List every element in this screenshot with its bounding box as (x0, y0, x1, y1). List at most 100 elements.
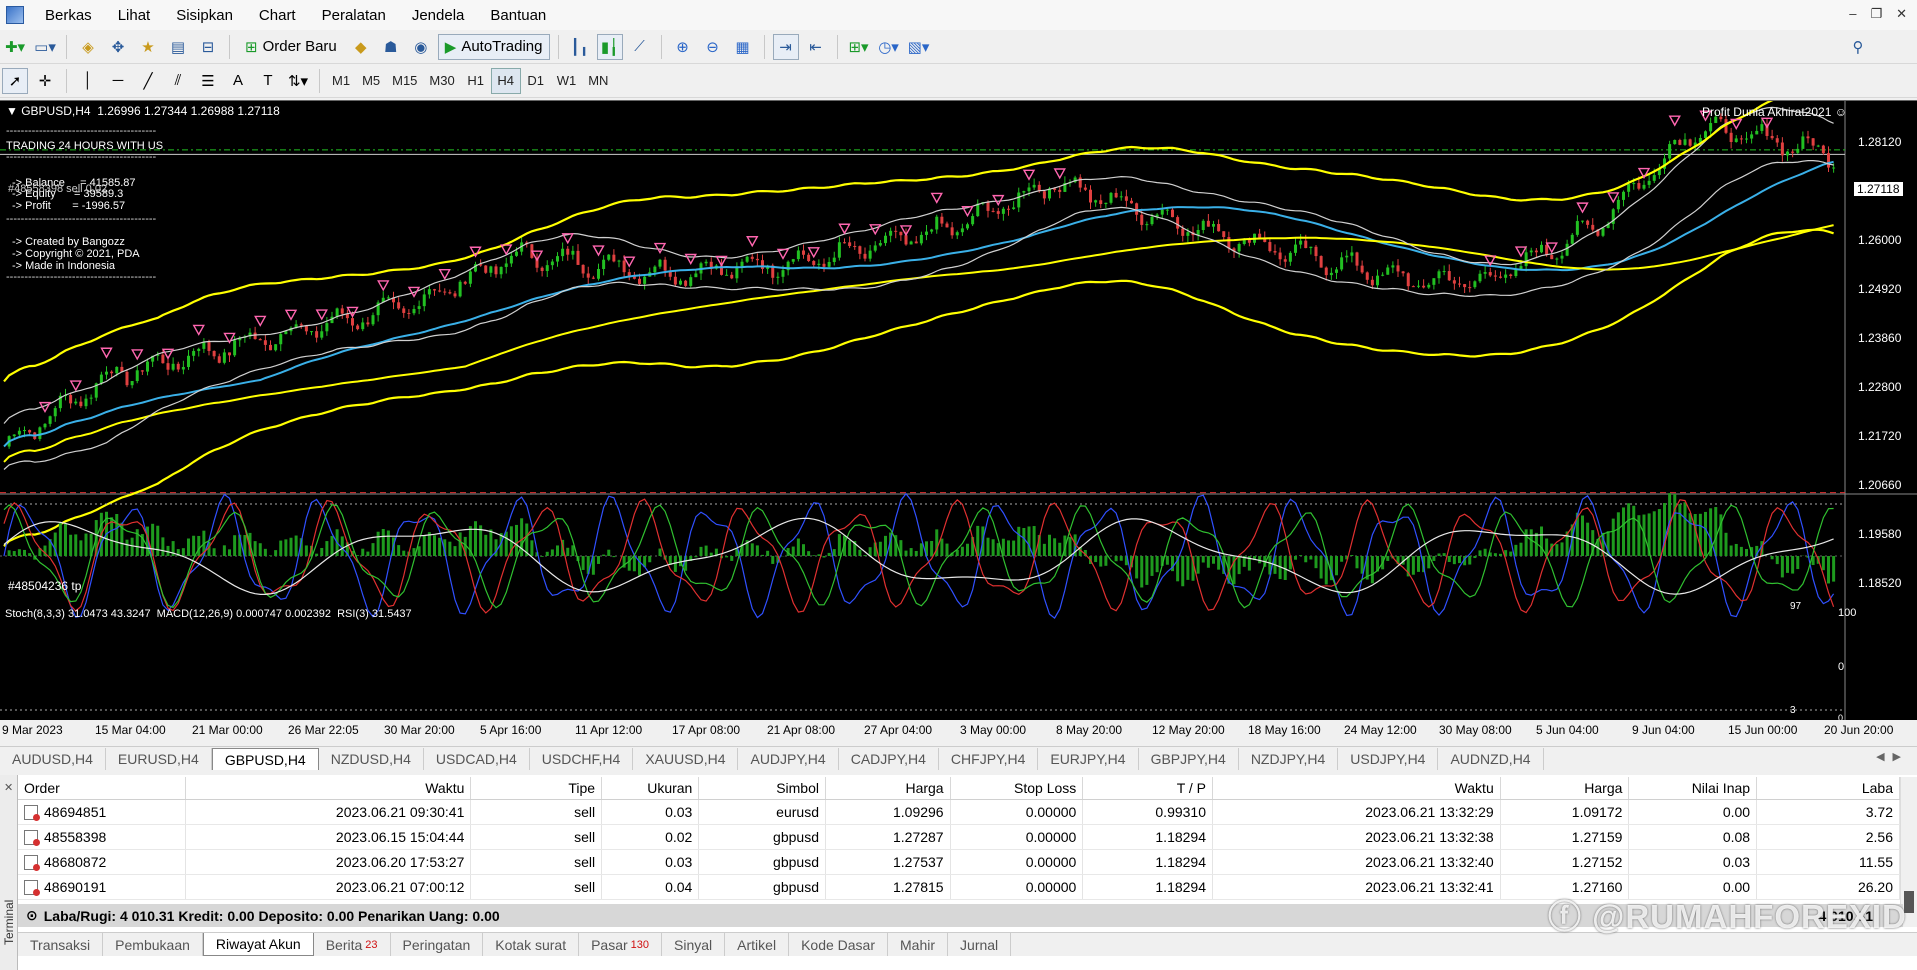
terminal-icon[interactable]: ▤ (165, 34, 191, 60)
terminal-tab[interactable]: Mahir (888, 933, 949, 956)
symbol-tab[interactable]: XAUUSD,H4 (633, 748, 739, 770)
indicators-icon[interactable]: ⊞▾ (846, 34, 872, 60)
menu-chart[interactable]: Chart (246, 7, 309, 24)
column-header[interactable]: Laba (1756, 777, 1900, 800)
timeframe-m30[interactable]: M30 (423, 68, 460, 94)
column-header[interactable]: Ukuran (601, 777, 700, 800)
chart-canvas[interactable] (0, 101, 1917, 720)
vertical-line-icon[interactable]: │ (75, 68, 101, 94)
timeframe-m5[interactable]: M5 (356, 68, 386, 94)
terminal-tab[interactable]: Pembukaan (103, 933, 203, 956)
symbol-tab[interactable]: USDCHF,H4 (530, 748, 634, 770)
menu-sisipkan[interactable]: Sisipkan (163, 7, 246, 24)
symbol-tab[interactable]: NZDJPY,H4 (1239, 748, 1339, 770)
column-header[interactable]: Nilai Inap (1628, 777, 1758, 800)
terminal-tab[interactable]: Sinyal (662, 933, 726, 956)
minimize-icon[interactable]: ‒ (1849, 6, 1856, 22)
profiles-icon[interactable]: ▭▾ (32, 34, 58, 60)
text-icon[interactable]: A (225, 68, 251, 94)
timeframe-h4[interactable]: H4 (490, 67, 521, 94)
fibonacci-icon[interactable]: ☰ (195, 68, 221, 94)
zoom-out-icon[interactable]: ⊖ (700, 34, 726, 60)
column-header[interactable]: Waktu (1212, 777, 1501, 800)
line-chart-icon[interactable]: ⟋ (627, 34, 653, 60)
search-icon[interactable]: ⚲ (1845, 34, 1871, 60)
auto-scroll-icon[interactable]: ⇥ (772, 33, 799, 60)
arrows-icon[interactable]: ⇅▾ (285, 68, 311, 94)
symbol-tab[interactable]: AUDUSD,H4 (0, 748, 106, 770)
signals-icon[interactable]: ☗ (378, 34, 404, 60)
symbol-tab[interactable]: USDJPY,H4 (1338, 748, 1439, 770)
close-icon[interactable]: ✕ (1896, 6, 1907, 22)
symbol-tab[interactable]: CHFJPY,H4 (939, 748, 1039, 770)
terminal-tab[interactable]: Jurnal (948, 933, 1012, 956)
column-header[interactable]: Waktu (185, 777, 472, 800)
navigator-icon[interactable]: ★ (135, 34, 161, 60)
column-header[interactable]: Harga (825, 777, 951, 800)
symbol-tab[interactable]: AUDNZD,H4 (1438, 748, 1544, 770)
symbol-tab[interactable]: NZDUSD,H4 (319, 748, 424, 770)
metaeditor-icon[interactable]: ◆ (348, 34, 374, 60)
restore-icon[interactable]: ❐ (1870, 6, 1882, 22)
timeframe-m1[interactable]: M1 (326, 68, 356, 94)
terminal-tab[interactable]: Artikel (725, 933, 790, 956)
column-header[interactable]: Simbol (698, 777, 826, 800)
periods-icon[interactable]: ◷▾ (876, 34, 902, 60)
market-watch-icon[interactable]: ◈ (75, 34, 101, 60)
chart-shift-icon[interactable]: ⇤ (803, 34, 829, 60)
terminal-tab[interactable]: Peringatan (391, 933, 484, 956)
symbol-tab[interactable]: USDCAD,H4 (424, 748, 530, 770)
terminal-tab[interactable]: Pasar 130 (579, 933, 663, 956)
terminal-tab[interactable]: Kode Dasar (789, 933, 889, 956)
new-order-button[interactable]: ⊞ Order Baru (238, 34, 344, 60)
crosshair-icon[interactable]: ✛ (32, 68, 58, 94)
column-header[interactable]: Tipe (470, 777, 603, 800)
table-row[interactable]: 48680872 2023.06.20 17:53:27 sell 0.03 gbpus… (18, 849, 1900, 875)
menu-jendela[interactable]: Jendela (399, 7, 478, 24)
strategy-tester-icon[interactable]: ⊟ (195, 34, 221, 60)
candlestick-icon[interactable]: ▮╽ (596, 33, 623, 60)
menu-bantuan[interactable]: Bantuan (477, 7, 559, 24)
price-chart[interactable]: ▼ GBPUSD,H4 1.26996 1.27344 1.26988 1.27… (0, 100, 1917, 720)
cursor-icon[interactable]: ➚ (2, 67, 28, 94)
text-label-icon[interactable]: T (255, 68, 281, 94)
column-header[interactable]: Stop Loss (950, 777, 1084, 800)
vps-icon[interactable]: ◉ (408, 34, 434, 60)
new-chart-icon[interactable]: ✚▾ (2, 34, 28, 60)
timeframe-mn[interactable]: MN (582, 68, 614, 94)
timeframe-d1[interactable]: D1 (521, 68, 551, 94)
tab-scroll-arrows-icon[interactable]: ◀▶ (1876, 750, 1909, 763)
column-header[interactable]: Harga (1500, 777, 1630, 800)
symbol-tab[interactable]: EURUSD,H4 (106, 748, 212, 770)
terminal-tab[interactable]: Berita 23 (314, 933, 391, 956)
tile-windows-icon[interactable]: ▦ (730, 34, 756, 60)
chart-menu-icon[interactable]: ▼ (6, 104, 21, 118)
data-window-icon[interactable]: ✥ (105, 34, 131, 60)
menu-lihat[interactable]: Lihat (105, 7, 164, 24)
symbol-tab[interactable]: CADJPY,H4 (839, 748, 939, 770)
table-row[interactable]: 48558398 2023.06.15 15:04:44 sell 0.02 gbpus… (18, 824, 1900, 850)
timeframe-h1[interactable]: H1 (461, 68, 491, 94)
symbol-tab[interactable]: GBPUSD,H4 (211, 748, 319, 770)
terminal-close-icon[interactable]: ✕ (4, 781, 13, 794)
autotrading-button[interactable]: ▶ AutoTrading (437, 33, 550, 60)
terminal-tab[interactable]: Transaksi (18, 933, 104, 956)
timeframe-m15[interactable]: M15 (386, 68, 423, 94)
zoom-in-icon[interactable]: ⊕ (670, 34, 696, 60)
terminal-tab[interactable]: Riwayat Akun (202, 933, 314, 956)
terminal-tab[interactable]: Kotak surat (483, 933, 580, 956)
symbol-tab[interactable]: GBPJPY,H4 (1139, 748, 1239, 770)
horizontal-line-icon[interactable]: ─ (105, 68, 131, 94)
symbol-tab[interactable]: EURJPY,H4 (1038, 748, 1139, 770)
trendline-icon[interactable]: ╱ (135, 68, 161, 94)
column-header[interactable]: T / P (1082, 777, 1213, 800)
menu-peralatan[interactable]: Peralatan (309, 7, 399, 24)
timeframe-w1[interactable]: W1 (551, 68, 583, 94)
templates-icon[interactable]: ▧▾ (906, 34, 932, 60)
bar-chart-icon[interactable]: ┃╻ (567, 34, 593, 60)
table-row[interactable]: 48694851 2023.06.21 09:30:41 sell 0.03 eurus… (18, 799, 1900, 825)
equidistant-channel-icon[interactable]: ⫽ (165, 68, 191, 94)
menu-berkas[interactable]: Berkas (32, 7, 105, 24)
column-header[interactable]: Order (18, 777, 186, 800)
symbol-tab[interactable]: AUDJPY,H4 (738, 748, 839, 770)
